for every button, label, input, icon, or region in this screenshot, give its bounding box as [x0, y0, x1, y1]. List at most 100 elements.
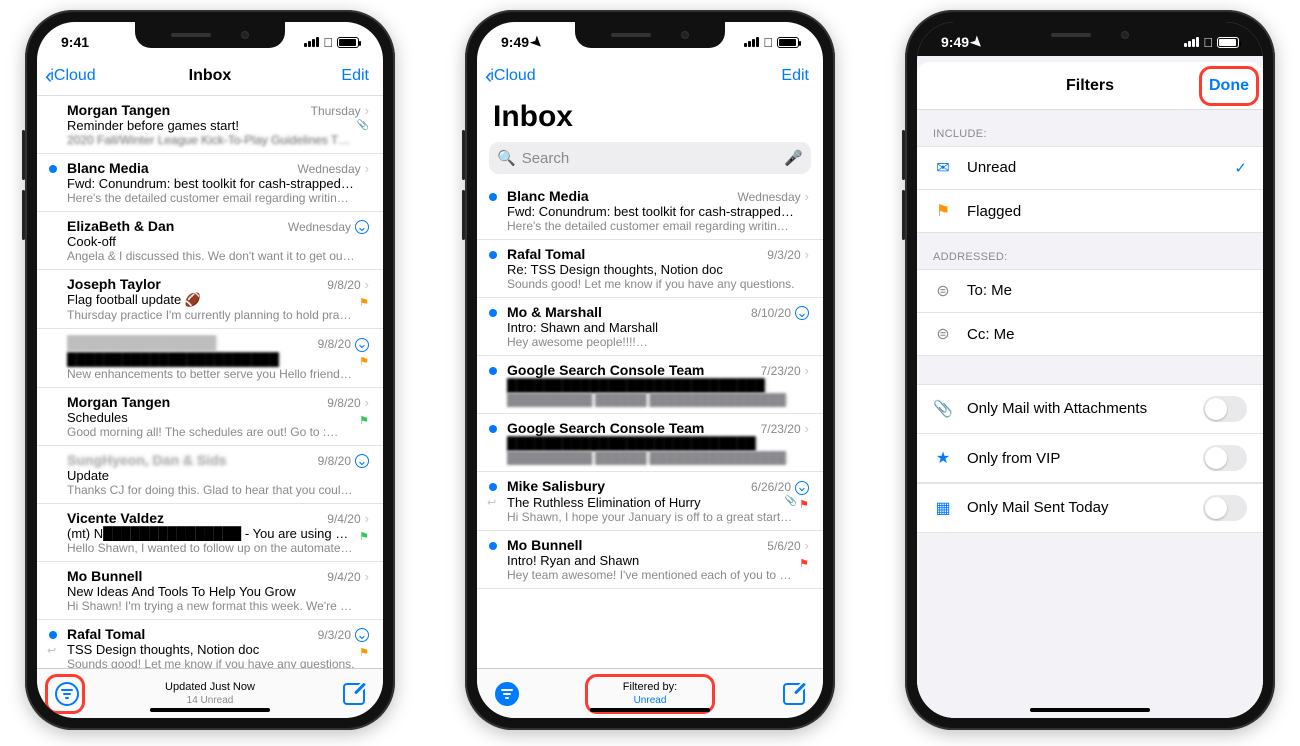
search-bar[interactable]: 🔍 Search 🎤: [489, 142, 811, 174]
mail-row[interactable]: ElizaBeth & DanWednesday⌄Cook-offAngela …: [37, 212, 383, 270]
mail-row[interactable]: SungHyeon, Dan & Sids9/8/20⌄UpdateThanks…: [37, 446, 383, 504]
preview: ██████████ ██████ ████████████████: [507, 393, 809, 407]
status-icons: 􀙇: [304, 35, 359, 50]
thread-icon[interactable]: ⌄: [795, 306, 809, 320]
envelope-open-icon: ✉︎: [933, 158, 953, 178]
subject: New Ideas And Tools To Help You Grow: [67, 584, 369, 599]
filter-row-today[interactable]: ▦ Only Mail Sent Today: [917, 483, 1263, 533]
mail-row[interactable]: Joseph Taylor9/8/20›Flag football update…: [37, 270, 383, 329]
edit-button[interactable]: Edit: [341, 67, 369, 85]
preview: New enhancements to better serve you Hel…: [67, 367, 369, 381]
chevron-right-icon: ›: [365, 511, 369, 526]
location-icon: ➤: [527, 32, 547, 52]
subject: Fwd: Conundrum: best toolkit for cash-st…: [507, 204, 809, 219]
mail-row[interactable]: Mo & Marshall8/10/20⌄Intro: Shawn and Ma…: [477, 298, 823, 356]
sender: Mo & Marshall: [507, 304, 745, 320]
filter-row-vip[interactable]: ★ Only from VIP: [917, 433, 1263, 483]
attachment-icon: 📎: [357, 120, 369, 131]
home-indicator[interactable]: [1030, 708, 1150, 712]
thread-icon[interactable]: ⌄: [795, 481, 809, 495]
mail-list[interactable]: Morgan TangenThursday›Reminder before ga…: [37, 96, 383, 668]
preview: Thanks CJ for doing this. Glad to hear t…: [67, 483, 369, 497]
section-header-addressed: ADDRESSED:: [917, 233, 1263, 269]
date: 9/8/20: [318, 337, 351, 351]
wifi-icon: 􀙇: [323, 35, 333, 50]
thread-icon[interactable]: ⌄: [355, 220, 369, 234]
location-icon: ➤: [967, 32, 987, 52]
compose-icon[interactable]: [783, 683, 805, 705]
status-time: 9:49➤: [501, 34, 543, 51]
mail-row[interactable]: Mo Bunnell9/4/20›New Ideas And Tools To …: [37, 562, 383, 620]
done-button[interactable]: Done: [1209, 77, 1249, 95]
sender: Morgan Tangen: [67, 394, 321, 410]
filter-row-to-me[interactable]: ⊜ To: Me: [917, 269, 1263, 313]
mail-row[interactable]: Blanc MediaWednesday›Fwd: Conundrum: bes…: [477, 182, 823, 240]
preview: 2020 Fall/Winter League Kick-To-Play Gui…: [67, 133, 369, 147]
back-button[interactable]: ‹iCloud: [45, 65, 96, 87]
preview: Thursday practice I'm currently planning…: [67, 308, 369, 322]
mail-row[interactable]: Morgan Tangen9/8/20›SchedulesGood mornin…: [37, 388, 383, 446]
mail-row[interactable]: ↩Rafal Tomal9/3/20⌄TSS Design thoughts, …: [37, 620, 383, 668]
home-indicator[interactable]: [590, 708, 710, 712]
section-header-include: INCLUDE:: [917, 110, 1263, 146]
chevron-right-icon: ›: [805, 538, 809, 553]
mail-row[interactable]: Vicente Valdez9/4/20›(mt) N█████████████…: [37, 504, 383, 562]
signal-icon: [304, 37, 319, 47]
date: 8/10/20: [751, 306, 791, 320]
subject: ███████████████████████: [67, 352, 369, 367]
check-icon: ✓: [1234, 159, 1247, 177]
sender: Blanc Media: [67, 160, 292, 176]
filter-icon[interactable]: [55, 682, 79, 706]
sender: Google Search Console Team: [507, 420, 755, 436]
thread-icon[interactable]: ⌄: [355, 628, 369, 642]
sender: Mo Bunnell: [67, 568, 321, 584]
subject: Update: [67, 468, 369, 483]
subject: ████████████████████████████: [507, 378, 809, 393]
mail-list[interactable]: Blanc MediaWednesday›Fwd: Conundrum: bes…: [477, 182, 823, 668]
toggle[interactable]: [1203, 396, 1247, 422]
unread-dot: [489, 193, 497, 201]
toggle[interactable]: [1203, 495, 1247, 521]
mail-row[interactable]: Morgan TangenThursday›Reminder before ga…: [37, 96, 383, 154]
wifi-icon: 􀙇: [1203, 35, 1213, 50]
toolbar-status[interactable]: Filtered by: Unread: [623, 680, 677, 707]
compose-icon[interactable]: [343, 683, 365, 705]
unread-dot: [489, 483, 497, 491]
signal-icon: [1184, 37, 1199, 47]
preview: Good morning all! The schedules are out!…: [67, 425, 369, 439]
mail-row[interactable]: Mo Bunnell5/6/20›Intro! Ryan and ShawnHe…: [477, 531, 823, 589]
toggle[interactable]: [1203, 445, 1247, 471]
preview: Hi Shawn! I'm trying a new format this w…: [67, 599, 369, 613]
mail-row[interactable]: Blanc MediaWednesday›Fwd: Conundrum: bes…: [37, 154, 383, 212]
thread-icon[interactable]: ⌄: [355, 454, 369, 468]
filter-icon[interactable]: [495, 682, 519, 706]
date: Wednesday: [288, 220, 351, 234]
thread-icon[interactable]: ⌄: [355, 338, 369, 352]
notch: [1015, 22, 1165, 48]
preview: Hi Shawn, I hope your January is off to …: [507, 510, 809, 524]
unread-dot: [49, 165, 57, 173]
mail-row[interactable]: ███████████████9/8/20⌄██████████████████…: [37, 329, 383, 387]
date: 9/4/20: [327, 512, 360, 526]
mail-row[interactable]: ↩Mike Salisbury6/26/20⌄The Ruthless Elim…: [477, 472, 823, 530]
phone-1: 9:41 􀙇 ‹iCloud Inbox Edit Morgan TangenT…: [25, 10, 395, 730]
edit-button[interactable]: Edit: [781, 67, 809, 85]
filter-row-cc-me[interactable]: ⊜ Cc: Me: [917, 312, 1263, 356]
mail-row[interactable]: Google Search Console Team7/23/20›██████…: [477, 414, 823, 472]
nav-bar: ‹iCloud Inbox Edit: [37, 56, 383, 96]
mic-icon[interactable]: 🎤: [784, 149, 803, 167]
filter-row-unread[interactable]: ✉︎ Unread ✓: [917, 146, 1263, 190]
date: Thursday: [311, 104, 361, 118]
battery-icon: [1217, 37, 1239, 48]
mail-row[interactable]: Rafal Tomal9/3/20›Re: TSS Design thought…: [477, 240, 823, 298]
date: Wednesday: [298, 162, 361, 176]
filter-row-attachments[interactable]: 📎 Only Mail with Attachments: [917, 384, 1263, 434]
home-indicator[interactable]: [150, 708, 270, 712]
mail-row[interactable]: Google Search Console Team7/23/20›██████…: [477, 356, 823, 414]
filter-row-flagged[interactable]: ⚑ Flagged: [917, 189, 1263, 233]
back-button[interactable]: ‹iCloud: [485, 65, 536, 87]
flag-icon: ⚑: [933, 201, 953, 221]
subject: Cook-off: [67, 234, 369, 249]
nav-bar: ‹iCloud Edit: [477, 56, 823, 96]
notch: [575, 22, 725, 48]
